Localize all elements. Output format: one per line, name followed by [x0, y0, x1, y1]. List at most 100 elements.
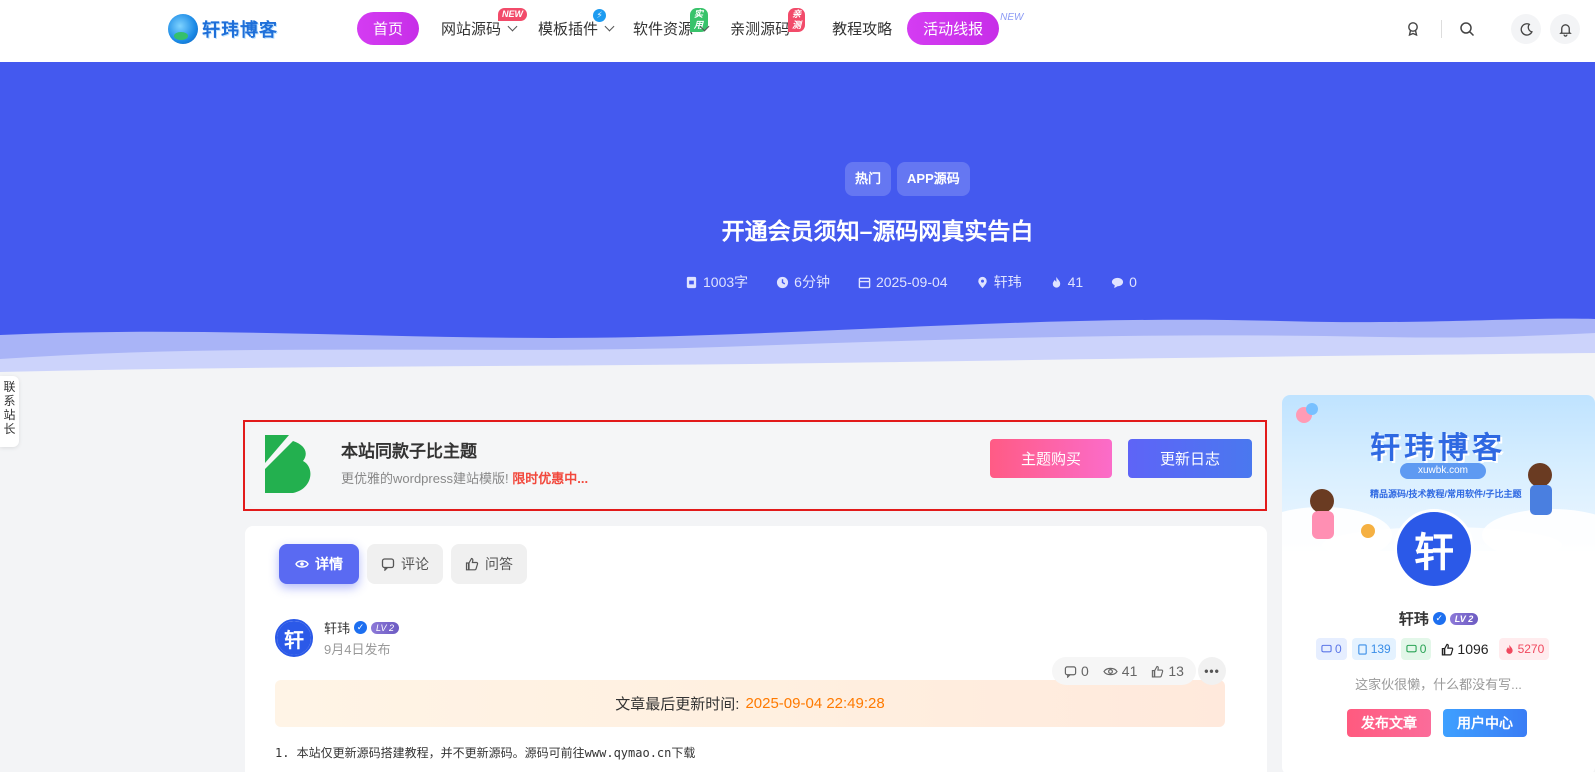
location-icon: [977, 276, 987, 288]
logo-text: 轩玮博客: [202, 20, 278, 41]
stat-chip-replies-value: 0: [1419, 642, 1427, 656]
author-avatar-char: 轩: [277, 621, 311, 655]
nav-software[interactable]: 软件资源 实用: [633, 8, 710, 45]
tested-badge: 亲测: [788, 8, 806, 32]
stat-chip-posts[interactable]: 139: [1351, 638, 1396, 660]
article-card: 详情 评论 问答 轩 轩玮 ✓ LV 2 9月4日发布 文章最后更新时间: 20…: [245, 526, 1267, 772]
meta-views: 41: [1050, 272, 1084, 292]
stat-chip-posts-value: 139: [1370, 642, 1391, 656]
banner-title: 轩玮博客: [1370, 431, 1506, 466]
nav-site-source[interactable]: 网站源码 NEW: [441, 8, 528, 45]
publish-date: 9月4日发布: [324, 642, 391, 657]
moon-icon: [1520, 22, 1533, 36]
publish-post-button[interactable]: 发布文章: [1347, 709, 1431, 737]
eye-icon: [295, 560, 309, 568]
tag-hot[interactable]: 热门: [845, 162, 892, 196]
meta-views-value: 41: [1067, 274, 1084, 290]
stat-chip-replies[interactable]: 0: [1400, 638, 1432, 660]
eye-icon: [1103, 667, 1118, 675]
article-meta: 1003字 6分钟 2025-09-04 轩玮 41 0: [685, 272, 1137, 292]
dark-mode-toggle[interactable]: [1511, 14, 1541, 44]
nav-tested-source[interactable]: 亲测源码 亲测: [730, 8, 806, 45]
nav-events[interactable]: 活动线报 NEW: [907, 11, 1023, 45]
meta-read-time-value: 6分钟: [794, 274, 830, 290]
calendar-icon: [858, 277, 871, 288]
meta-author: 轩玮: [976, 272, 1022, 292]
stat-views: 41: [1103, 663, 1138, 679]
tab-details-label: 详情: [315, 556, 343, 572]
stat-chip-comments[interactable]: 0: [1316, 638, 1347, 660]
sidebar-avatar[interactable]: 轩: [1394, 509, 1474, 589]
level-badge: LV 2: [1449, 612, 1479, 625]
tab-comments[interactable]: 评论: [367, 544, 443, 584]
nav-templates[interactable]: 模板插件 ⚡: [538, 9, 615, 45]
meta-words: 1003字: [685, 272, 748, 292]
fire-icon: [1505, 644, 1513, 654]
divider: [1441, 20, 1442, 38]
contact-admin-tab[interactable]: 联系站长: [0, 376, 19, 447]
chevron-down-icon: [604, 21, 615, 31]
doc-icon: [1357, 643, 1367, 655]
last-updated-time: 2025-09-04 22:49:28: [745, 695, 885, 712]
search-button[interactable]: [1459, 14, 1475, 44]
changelog-button[interactable]: 更新日志: [1128, 439, 1252, 478]
author-bio: 这家伙很懒，什么都没有写...: [1355, 677, 1522, 692]
author-name-row: 轩玮 ✓ LV 2: [324, 618, 400, 637]
stat-chip-likes-value: 1096: [1457, 641, 1489, 657]
award-button[interactable]: [1405, 14, 1421, 44]
author-sidebar-card: 轩玮博客 xuwbk.com 精品源码/技术教程/常用软件/子比主题 轩 轩玮 …: [1282, 395, 1595, 772]
hero-tags: 热门 APP源码: [845, 162, 970, 196]
thumb-icon: [1152, 665, 1164, 677]
author-name[interactable]: 轩玮: [324, 618, 350, 637]
tab-comments-label: 评论: [401, 556, 429, 572]
nav-home-label: 首页: [373, 20, 404, 38]
chevron-down-icon: [507, 21, 518, 31]
nav-home[interactable]: 首页: [357, 11, 420, 45]
site-logo[interactable]: 轩玮博客: [168, 11, 288, 47]
stat-chip-hot-value: 5270: [1517, 642, 1545, 656]
sidebar-author-name[interactable]: 轩玮: [1399, 608, 1429, 629]
last-updated-label: 文章最后更新时间:: [615, 696, 740, 713]
stat-comments[interactable]: 0: [1064, 663, 1089, 679]
doc-icon: [686, 276, 697, 288]
stat-chip-hot: 5270: [1498, 638, 1550, 660]
banner-tagline: 精品源码/技术教程/常用软件/子比主题: [1370, 489, 1522, 499]
award-icon: [1408, 22, 1418, 37]
comment-icon: [381, 558, 395, 571]
comment-icon: [1112, 277, 1124, 288]
tab-qa[interactable]: 问答: [451, 544, 527, 584]
contact-admin-label: 联系站长: [3, 380, 16, 436]
meta-date-value: 2025-09-04: [875, 274, 948, 290]
tab-qa-label: 问答: [485, 556, 513, 572]
tab-details[interactable]: 详情: [279, 544, 359, 584]
article-title: 开通会员须知–源码网真实告白: [721, 218, 1034, 244]
more-options-button[interactable]: •••: [1198, 657, 1226, 685]
comment-icon: [1064, 665, 1077, 678]
search-icon: [1460, 22, 1475, 37]
main-nav: 首页 网站源码 NEW 模板插件 ⚡ 软件资源 实用 亲测源码 亲测 教程攻略 …: [357, 8, 1023, 45]
promo-highlight: 限时优惠中...: [512, 471, 589, 486]
nav-software-label: 软件资源: [633, 20, 694, 38]
notification-button[interactable]: [1550, 14, 1580, 44]
stat-likes-value: 13: [1168, 663, 1184, 679]
stat-chip-comments-value: 0: [1335, 642, 1342, 656]
promo-subtitle-text: 更优雅的wordpress建站模版!: [341, 471, 509, 486]
verified-icon: ✓: [354, 621, 368, 634]
author-avatar[interactable]: 轩: [275, 619, 313, 657]
new-badge: NEW: [1000, 11, 1024, 23]
nav-tested-source-label: 亲测源码: [730, 20, 791, 38]
meta-comments: 0: [1111, 272, 1137, 292]
thumb-icon: [465, 557, 479, 571]
stat-views-value: 41: [1121, 663, 1138, 679]
tag-app-source[interactable]: APP源码: [897, 162, 970, 196]
hero-wave: [0, 318, 1595, 382]
more-icon: •••: [1204, 664, 1220, 678]
buy-theme-button[interactable]: 主题购买: [990, 439, 1112, 478]
bell-icon: [1558, 23, 1572, 37]
stat-likes[interactable]: 13: [1151, 663, 1184, 679]
logo-icon: [168, 14, 198, 44]
user-center-button[interactable]: 用户中心: [1443, 709, 1527, 737]
promo-subtitle: 更优雅的wordpress建站模版! 限时优惠中...: [341, 468, 588, 487]
nav-tutorials[interactable]: 教程攻略: [832, 11, 892, 45]
stat-chip-likes: 1096: [1436, 638, 1493, 660]
